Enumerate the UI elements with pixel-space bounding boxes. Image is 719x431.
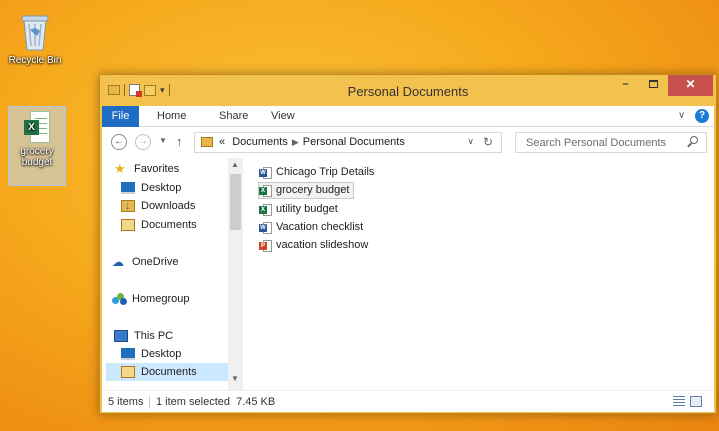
- refresh-icon[interactable]: ↻: [483, 135, 493, 149]
- downloads-icon: [121, 197, 135, 215]
- breadcrumb: « Documents ▶ Personal Documents: [219, 136, 405, 148]
- breadcrumb-documents[interactable]: Documents: [232, 136, 288, 148]
- content-area: ★ Favorites Desktop Downloads Documents …: [102, 158, 714, 390]
- file-name: utility budget: [276, 203, 338, 215]
- powerpoint-file-icon: P: [259, 239, 272, 252]
- maximize-icon: [649, 80, 658, 89]
- navigation-bar: ← → ▼ ↑ « Documents ▶ Personal Documents ∨…: [102, 127, 714, 158]
- recent-locations-chevron-icon[interactable]: ▼: [159, 136, 167, 145]
- desktop-icon: [121, 348, 135, 360]
- recycle-bin-icon: [20, 12, 50, 52]
- nav-label: Favorites: [134, 163, 180, 175]
- tab-view[interactable]: View: [271, 106, 295, 127]
- nav-label: Documents: [141, 219, 197, 231]
- nav-homegroup[interactable]: Homegroup: [112, 290, 189, 308]
- selection-info: 1 item selected 7.45 KB: [156, 396, 276, 408]
- nav-favorites-downloads[interactable]: Downloads: [121, 197, 195, 215]
- address-bar[interactable]: « Documents ▶ Personal Documents ∨ ↻: [194, 132, 502, 153]
- folder-icon: [201, 137, 213, 147]
- search-box[interactable]: [515, 132, 707, 153]
- breadcrumb-overflow[interactable]: «: [219, 136, 225, 148]
- nav-label: Documents: [141, 366, 197, 378]
- help-icon[interactable]: ?: [695, 109, 709, 123]
- documents-icon: [121, 219, 135, 231]
- file-name: vacation slideshow: [276, 239, 369, 251]
- file-item-grocery-budget[interactable]: X grocery budget: [258, 182, 355, 199]
- excel-file-icon: X: [259, 184, 272, 197]
- grocery-budget-desktop-icon[interactable]: X grocery budget: [8, 106, 66, 186]
- status-bar: 5 items 1 item selected 7.45 KB: [102, 390, 714, 412]
- file-name: Vacation checklist: [276, 221, 364, 233]
- details-view-icon[interactable]: [673, 396, 685, 407]
- onedrive-icon: ☁: [112, 255, 124, 269]
- explorer-window: ▾ Personal Documents – ✕ File Home Share…: [99, 74, 717, 414]
- address-dropdown-icon[interactable]: ∨: [467, 136, 474, 147]
- nav-favorites[interactable]: ★ Favorites: [114, 160, 179, 178]
- search-input[interactable]: [526, 135, 676, 150]
- nav-label: OneDrive: [132, 256, 179, 268]
- grocery-budget-desktop-label: grocery budget: [20, 146, 54, 168]
- up-button[interactable]: ↑: [176, 134, 183, 149]
- word-file-icon: W: [259, 221, 272, 234]
- file-name: grocery budget: [276, 184, 350, 196]
- desktop-icon: [121, 182, 135, 194]
- file-item-vacation-checklist[interactable]: W Vacation checklist: [259, 219, 367, 236]
- nav-this-pc-desktop[interactable]: Desktop: [121, 345, 181, 363]
- nav-this-pc[interactable]: This PC: [114, 327, 173, 345]
- nav-label: This PC: [134, 330, 174, 342]
- breadcrumb-chevron-icon[interactable]: ▶: [292, 137, 299, 147]
- nav-pane-scrollbar[interactable]: ▲ ▼: [228, 158, 243, 390]
- close-button[interactable]: ✕: [668, 75, 713, 96]
- back-button[interactable]: ←: [111, 134, 127, 150]
- homegroup-icon: [112, 293, 128, 305]
- search-icon[interactable]: [690, 136, 698, 144]
- this-pc-icon: [114, 330, 128, 342]
- forward-button[interactable]: →: [135, 134, 151, 150]
- recycle-bin-desktop-icon[interactable]: Recycle Bin: [6, 12, 64, 66]
- item-count: 5 items: [108, 396, 144, 408]
- scrollbar-thumb[interactable]: [230, 174, 241, 230]
- breadcrumb-personal-documents[interactable]: Personal Documents: [303, 136, 405, 148]
- nav-label: Downloads: [141, 200, 196, 212]
- tab-home[interactable]: Home: [157, 106, 186, 127]
- nav-onedrive[interactable]: ☁ OneDrive: [112, 253, 178, 271]
- file-item-utility-budget[interactable]: X utility budget: [259, 201, 342, 218]
- tab-share[interactable]: Share: [219, 106, 248, 127]
- nav-label: Desktop: [141, 348, 182, 360]
- maximize-button[interactable]: [640, 75, 667, 96]
- tab-file[interactable]: File: [102, 106, 139, 127]
- star-icon: ★: [114, 161, 126, 176]
- file-name: Chicago Trip Details: [276, 166, 375, 178]
- excel-file-icon: X: [259, 203, 272, 216]
- nav-favorites-documents[interactable]: Documents: [121, 216, 197, 234]
- file-item-vacation-slideshow[interactable]: P vacation slideshow: [259, 237, 372, 254]
- word-file-icon: W: [259, 166, 272, 179]
- nav-label: Homegroup: [132, 293, 190, 305]
- ribbon-tabs: File Home Share View ∨ ?: [102, 106, 714, 127]
- recycle-bin-label: Recycle Bin: [8, 55, 62, 66]
- minimize-button[interactable]: –: [612, 75, 639, 96]
- nav-this-pc-documents[interactable]: Documents: [106, 363, 228, 381]
- file-item-chicago-trip-details[interactable]: W Chicago Trip Details: [259, 164, 378, 181]
- expand-ribbon-chevron-icon[interactable]: ∨: [678, 110, 685, 121]
- navigation-pane: ★ Favorites Desktop Downloads Documents …: [102, 158, 245, 390]
- nav-label: Desktop: [141, 182, 182, 194]
- scroll-down-icon[interactable]: ▼: [231, 374, 239, 383]
- large-icons-view-icon[interactable]: [690, 396, 702, 407]
- documents-icon: [121, 366, 135, 378]
- nav-favorites-desktop[interactable]: Desktop: [121, 179, 181, 197]
- excel-file-icon: X: [24, 111, 50, 143]
- title-bar[interactable]: ▾ Personal Documents – ✕: [100, 75, 716, 106]
- scroll-up-icon[interactable]: ▲: [231, 160, 239, 169]
